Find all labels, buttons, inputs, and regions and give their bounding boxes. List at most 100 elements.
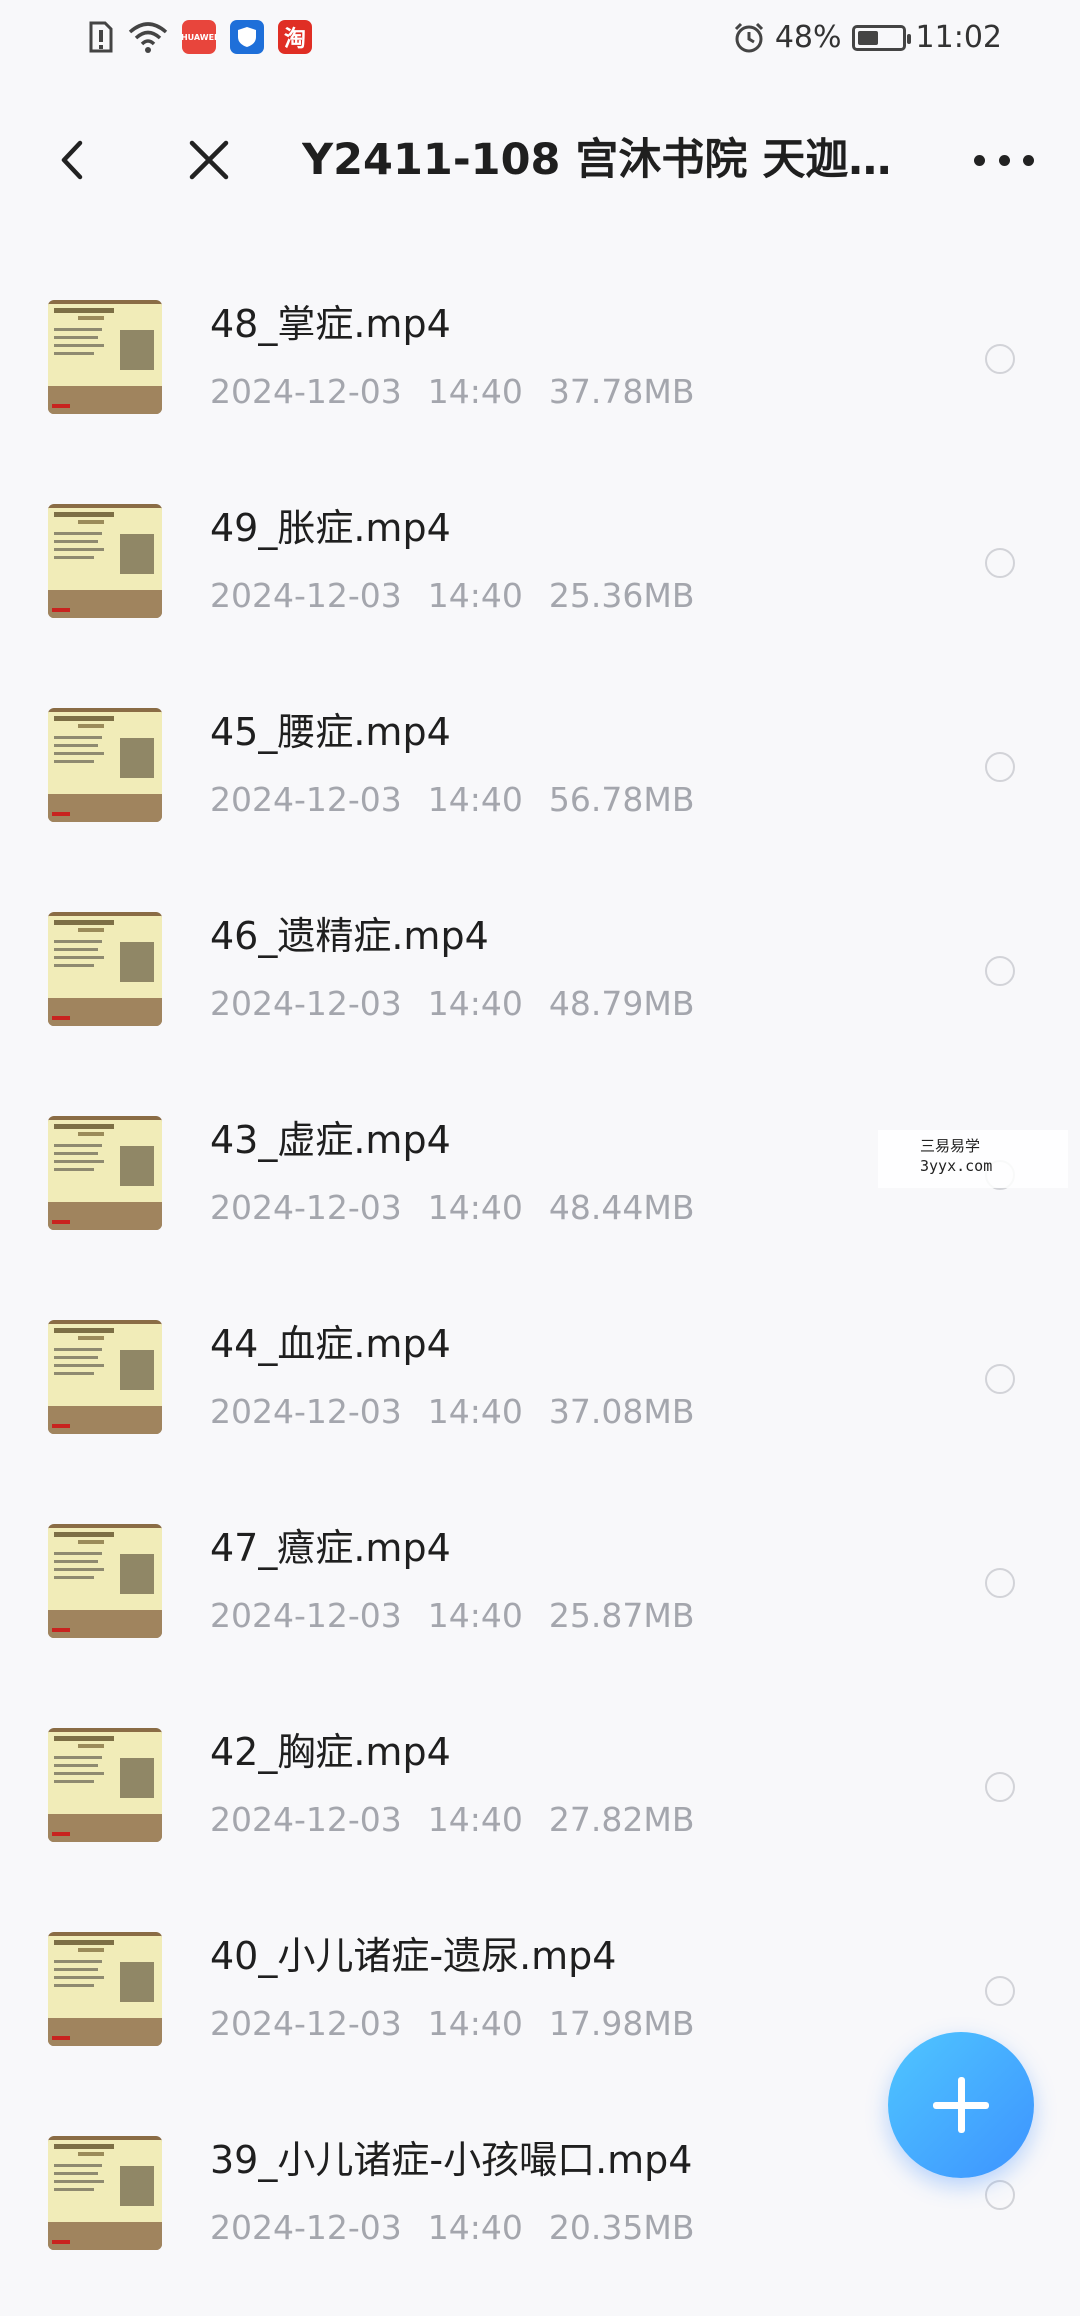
file-size: 25.36MB <box>548 576 695 615</box>
more-horizontal-icon-dot <box>998 154 1010 166</box>
file-list-item[interactable]: 44_血症.mp4 2024-12-03 14:40 37.08MB <box>0 1296 1080 1500</box>
vmall-app-icon: HUAWEI <box>180 20 218 54</box>
watermark-line1: 三易易学 <box>920 1137 981 1155</box>
file-time: 14:40 <box>427 1800 523 1839</box>
page-title: Y2411-108 宫沐书院 天迦… <box>302 135 892 185</box>
file-list-item[interactable]: 47_癔症.mp4 2024-12-03 14:40 25.87MB <box>0 1500 1080 1704</box>
select-radio-button[interactable] <box>985 2180 1015 2210</box>
video-thumbnail <box>48 504 162 618</box>
file-date: 2024-12-03 <box>210 2004 402 2043</box>
file-name: 39_小儿诸症-小孩嘬口.mp4 <box>210 2138 693 2182</box>
file-size: 48.44MB <box>548 1188 695 1227</box>
file-date: 2024-12-03 <box>210 372 402 411</box>
select-radio-button[interactable] <box>985 548 1015 578</box>
file-meta: 2024-12-03 14:40 56.78MB <box>210 778 720 822</box>
file-size: 27.82MB <box>548 1800 695 1839</box>
file-size: 48.79MB <box>548 984 695 1023</box>
file-size: 37.08MB <box>548 1392 695 1431</box>
file-date: 2024-12-03 <box>210 1596 402 1635</box>
file-name: 44_血症.mp4 <box>210 1322 451 1366</box>
file-size: 37.78MB <box>548 372 695 411</box>
file-meta: 2024-12-03 14:40 25.36MB <box>210 574 720 618</box>
alarm-clock-icon <box>734 22 763 52</box>
video-thumbnail <box>48 1524 162 1638</box>
vmall-app-label: HUAWEI <box>180 32 218 42</box>
status-time: 11:02 <box>915 20 1002 55</box>
wifi-icon <box>128 22 168 53</box>
file-time: 14:40 <box>427 984 523 1023</box>
status-bar: HUAWEI 淘 48% 11:02 <box>0 0 1080 80</box>
file-name: 48_掌症.mp4 <box>210 302 451 346</box>
file-name: 42_胸症.mp4 <box>210 1730 451 1774</box>
file-list-item[interactable]: 49_胀症.mp4 2024-12-03 14:40 25.36MB <box>0 480 1080 684</box>
video-thumbnail <box>48 1728 162 1842</box>
file-date: 2024-12-03 <box>210 2208 402 2247</box>
sim-alert-icon <box>89 21 113 53</box>
file-list-item[interactable]: 43_虚症.mp4 2024-12-03 14:40 48.44MB <box>0 1092 1080 1296</box>
file-name: 45_腰症.mp4 <box>210 710 451 754</box>
video-thumbnail <box>48 912 162 1026</box>
select-radio-button[interactable] <box>985 1976 1015 2006</box>
file-date: 2024-12-03 <box>210 1188 402 1227</box>
file-meta: 2024-12-03 14:40 37.78MB <box>210 370 720 414</box>
taobao-app-label: 淘 <box>283 27 306 52</box>
more-horizontal-icon-dot <box>974 154 985 166</box>
file-list-item[interactable]: 45_腰症.mp4 2024-12-03 14:40 56.78MB <box>0 684 1080 888</box>
file-time: 14:40 <box>427 1188 523 1227</box>
file-list-item[interactable]: 42_胸症.mp4 2024-12-03 14:40 27.82MB <box>0 1704 1080 1908</box>
file-time: 14:40 <box>427 1596 523 1635</box>
file-size: 56.78MB <box>548 780 695 819</box>
file-list: 48_掌症.mp4 2024-12-03 14:40 37.78MB 49_胀症.m… <box>0 276 1080 2316</box>
file-size: 20.35MB <box>548 2208 695 2247</box>
file-time: 14:40 <box>427 780 523 819</box>
select-radio-button[interactable] <box>985 752 1015 782</box>
status-bar-notification-icons: HUAWEI 淘 <box>88 20 312 54</box>
select-radio-button[interactable] <box>985 1364 1015 1394</box>
file-meta: 2024-12-03 14:40 48.44MB <box>210 1186 720 1230</box>
more-options-button[interactable] <box>974 140 1034 180</box>
video-thumbnail <box>48 300 162 414</box>
watermark: 三易易学 3yyx.com <box>878 1130 1068 1188</box>
file-time: 14:40 <box>427 1392 523 1431</box>
add-fab-button[interactable] <box>888 2032 1034 2178</box>
file-time: 14:40 <box>427 2004 523 2043</box>
file-name: 47_癔症.mp4 <box>210 1526 451 1570</box>
file-meta: 2024-12-03 14:40 48.79MB <box>210 982 720 1026</box>
file-time: 14:40 <box>427 2208 523 2247</box>
video-thumbnail <box>48 708 162 822</box>
file-size: 17.98MB <box>548 2004 695 2043</box>
file-date: 2024-12-03 <box>210 984 402 1023</box>
title-bar: Y2411-108 宫沐书院 天迦… <box>0 100 1080 220</box>
file-size: 25.87MB <box>548 1596 695 1635</box>
select-radio-button[interactable] <box>985 1772 1015 1802</box>
file-meta: 2024-12-03 14:40 25.87MB <box>210 1594 720 1638</box>
watermark-line2: 3yyx.com <box>920 1157 993 1175</box>
select-radio-button[interactable] <box>985 344 1015 374</box>
file-name: 49_胀症.mp4 <box>210 506 451 550</box>
battery-icon <box>851 24 911 51</box>
shield-app-icon <box>230 20 264 54</box>
file-date: 2024-12-03 <box>210 1392 402 1431</box>
more-horizontal-icon-dot <box>1023 154 1034 166</box>
close-button[interactable] <box>184 135 234 185</box>
status-bar-system-icons: 48% 11:02 <box>733 20 1002 55</box>
close-icon <box>189 140 229 180</box>
select-radio-button[interactable] <box>985 1568 1015 1598</box>
video-thumbnail <box>48 1932 162 2046</box>
select-radio-button[interactable] <box>985 956 1015 986</box>
back-button[interactable] <box>48 135 98 185</box>
file-meta: 2024-12-03 14:40 17.98MB <box>210 2002 720 2046</box>
file-name: 40_小儿诸症-遗尿.mp4 <box>210 1934 617 1978</box>
file-meta: 2024-12-03 14:40 27.82MB <box>210 1798 720 1842</box>
file-list-item[interactable]: 46_遗精症.mp4 2024-12-03 14:40 48.79MB <box>0 888 1080 1092</box>
file-name: 46_遗精症.mp4 <box>210 914 489 958</box>
file-list-item[interactable]: 48_掌症.mp4 2024-12-03 14:40 37.78MB <box>0 276 1080 480</box>
chevron-left-icon <box>61 140 83 180</box>
file-date: 2024-12-03 <box>210 576 402 615</box>
video-thumbnail <box>48 1116 162 1230</box>
battery-percent: 48% <box>774 20 842 55</box>
file-meta: 2024-12-03 14:40 20.35MB <box>210 2206 720 2250</box>
file-name: 43_虚症.mp4 <box>210 1118 451 1162</box>
battery-level <box>857 30 878 45</box>
file-date: 2024-12-03 <box>210 780 402 819</box>
